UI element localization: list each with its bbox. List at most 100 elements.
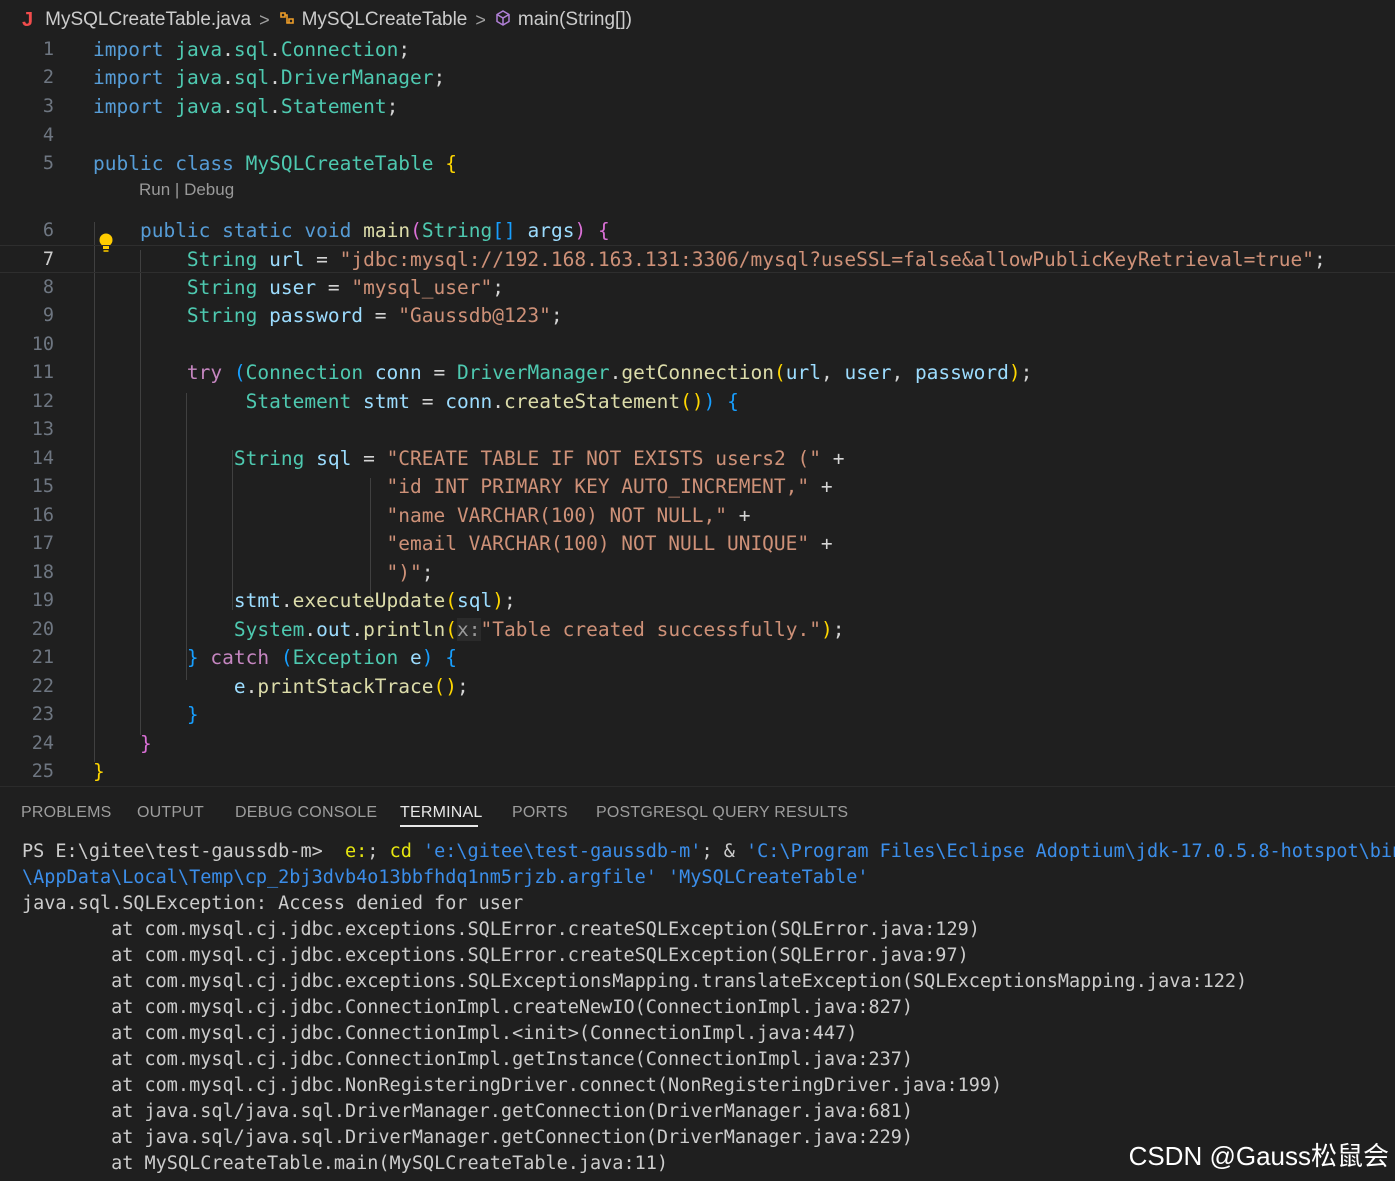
- line-number: 14: [31, 448, 54, 469]
- terminal-line: at java.sql/java.sql.DriverManager.getCo…: [22, 1099, 1395, 1125]
- code-token: String: [421, 219, 493, 242]
- code-line[interactable]: 13: [0, 416, 1395, 444]
- terminal-text: at com.mysql.cj.jdbc.NonRegisteringDrive…: [22, 1075, 1003, 1096]
- line-number: 13: [31, 419, 54, 440]
- active-tab-indicator: [400, 825, 478, 827]
- code-token: import: [93, 38, 164, 61]
- tab-ports[interactable]: PORTS: [512, 804, 568, 822]
- code-token: []: [492, 219, 516, 242]
- code-line[interactable]: 20 System.out.println(x:"Table created s…: [0, 616, 1395, 644]
- tab-output[interactable]: OUTPUT: [137, 804, 204, 822]
- code-text: }: [93, 758, 105, 786]
- code-line[interactable]: 12 Statement stmt = conn.createStatement…: [0, 388, 1395, 416]
- terminal-text: \AppData\Local\Temp\cp_2bj3dvb4o13bbfhdq…: [22, 867, 657, 888]
- code-text: String url = "jdbc:mysql://192.168.163.1…: [93, 246, 1326, 274]
- terminal-output[interactable]: PS E:\gitee\test-gaussdb-m> e:; cd 'e:\g…: [22, 839, 1395, 1177]
- codelens-separator: |: [170, 180, 185, 199]
- code-token: =: [410, 390, 446, 413]
- method-icon: [494, 9, 512, 32]
- code-token: sql: [233, 95, 270, 118]
- tab-problems[interactable]: PROBLEMS: [21, 804, 112, 822]
- code-token: e: [233, 675, 246, 698]
- code-token: conn: [374, 361, 422, 384]
- code-token: .: [269, 95, 281, 118]
- breadcrumb-class[interactable]: MySQLCreateTable: [302, 9, 468, 31]
- tab-debug-console[interactable]: DEBUG CONSOLE: [235, 804, 377, 822]
- code-token: println: [363, 618, 446, 641]
- code-token: DriverManager: [457, 361, 610, 384]
- code-token: .: [304, 618, 317, 641]
- codelens-debug[interactable]: Debug: [184, 180, 234, 199]
- code-line[interactable]: 17 "email VARCHAR(100) NOT NULL UNIQUE" …: [0, 530, 1395, 558]
- code-line[interactable]: 1 import java.sql.Connection;: [0, 36, 1395, 64]
- terminal-line: at com.mysql.cj.jdbc.ConnectionImpl.crea…: [22, 995, 1395, 1021]
- breadcrumb-method[interactable]: main(String[]): [518, 9, 632, 31]
- code-token: Connection: [245, 361, 364, 384]
- code-token: ;: [398, 38, 411, 61]
- code-line[interactable]: 18 ")";: [0, 559, 1395, 587]
- code-token: "mysql_user": [351, 276, 493, 299]
- line-number: 18: [31, 562, 54, 583]
- code-line[interactable]: 5 public class MySQLCreateTable {: [0, 150, 1395, 178]
- code-token: +: [809, 532, 833, 555]
- line-number: 10: [31, 334, 54, 355]
- code-line[interactable]: 4: [0, 122, 1395, 150]
- terminal-text: at com.mysql.cj.jdbc.ConnectionImpl.<ini…: [22, 1023, 858, 1044]
- code-line[interactable]: 9 String password = "Gaussdb@123";: [0, 302, 1395, 330]
- code-line[interactable]: 11 try (Connection conn = DriverManager.…: [0, 359, 1395, 387]
- code-token: url: [785, 361, 821, 384]
- line-number: 1: [42, 39, 54, 60]
- code-line[interactable]: 23 }: [0, 701, 1395, 729]
- code-token: (: [410, 219, 422, 242]
- code-token: }: [186, 646, 199, 669]
- code-token: (): [433, 675, 457, 698]
- code-line[interactable]: 21 } catch (Exception e) {: [0, 644, 1395, 672]
- breadcrumb-file[interactable]: MySQLCreateTable.java: [45, 9, 251, 31]
- code-token: ): [492, 589, 504, 612]
- line-number: 7: [42, 249, 54, 270]
- code-token: main: [363, 219, 411, 242]
- code-line[interactable]: 6 public static void main(String[] args)…: [0, 217, 1395, 245]
- code-text: String user = "mysql_user";: [93, 274, 504, 302]
- codelens-run[interactable]: Run: [139, 180, 170, 199]
- code-line[interactable]: 19 stmt.executeUpdate(sql);: [0, 587, 1395, 615]
- code-token: ;: [503, 589, 516, 612]
- code-token: .: [269, 38, 281, 61]
- code-token: =: [351, 447, 387, 470]
- tab-postgresql-query-results[interactable]: POSTGRESQL QUERY RESULTS: [596, 804, 848, 822]
- line-number: 24: [31, 733, 54, 754]
- tab-terminal[interactable]: TERMINAL: [400, 804, 483, 822]
- code-token: .: [222, 38, 234, 61]
- code-line[interactable]: 8 String user = "mysql_user";: [0, 274, 1395, 302]
- terminal-line: at com.mysql.cj.jdbc.exceptions.SQLExcep…: [22, 969, 1395, 995]
- code-line[interactable]: 15 "id INT PRIMARY KEY AUTO_INCREMENT," …: [0, 473, 1395, 501]
- code-token: +: [726, 504, 751, 527]
- code-line[interactable]: 3 import java.sql.Statement;: [0, 93, 1395, 121]
- code-line[interactable]: 24 }: [0, 730, 1395, 758]
- line-number: 16: [31, 505, 54, 526]
- code-editor[interactable]: Run | Debug 1 import java.sql.Connection;…: [0, 36, 1395, 784]
- codelens: Run | Debug: [139, 178, 234, 202]
- code-line[interactable]: 22 e.printStackTrace();: [0, 673, 1395, 701]
- code-line[interactable]: 2 import java.sql.DriverManager;: [0, 64, 1395, 92]
- code-token: (: [445, 618, 458, 641]
- code-text: "name VARCHAR(100) NOT NULL," +: [93, 502, 751, 530]
- terminal-text: 'MySQLCreateTable': [668, 867, 869, 888]
- code-line[interactable]: 10: [0, 331, 1395, 359]
- code-line[interactable]: 7 String url = "jdbc:mysql://192.168.163…: [0, 245, 1395, 273]
- line-number: 4: [42, 125, 54, 146]
- code-line[interactable]: 25}: [0, 758, 1395, 786]
- code-token: "jdbc:mysql://192.168.163.131:3306/mysql…: [339, 248, 1315, 271]
- code-line[interactable]: 14 String sql = "CREATE TABLE IF NOT EXI…: [0, 445, 1395, 473]
- code-line[interactable]: 16 "name VARCHAR(100) NOT NULL," +: [0, 502, 1395, 530]
- code-text: Statement stmt = conn.createStatement())…: [93, 388, 739, 416]
